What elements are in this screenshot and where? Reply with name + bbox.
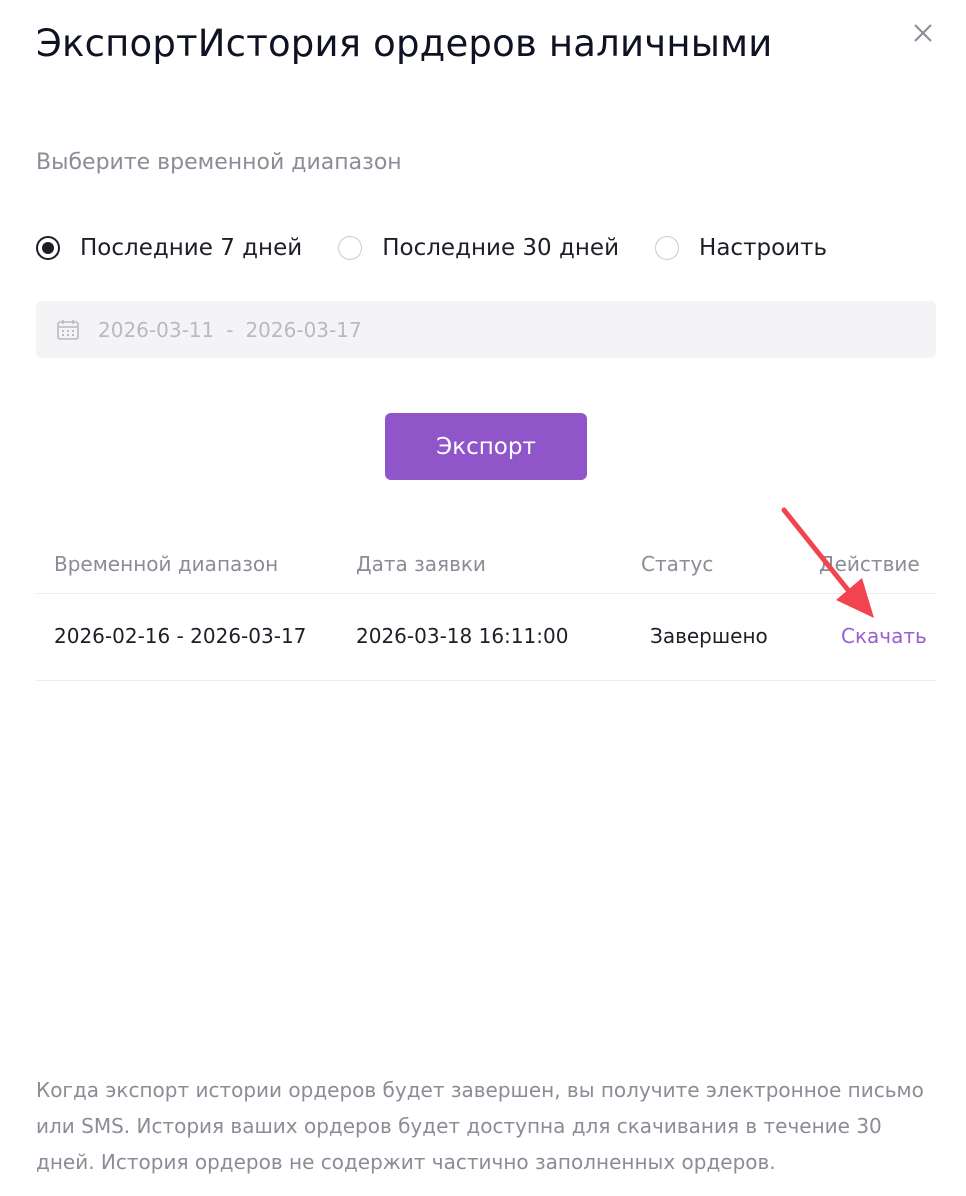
time-range-label: Выберите временной диапазон [36,150,402,175]
date-start: 2026-03-11 [98,317,215,342]
calendar-icon [56,318,80,342]
date-separator: - [226,317,234,342]
radio-label-last-7-days: Последние 7 дней [80,235,303,261]
footnote: Когда экспорт истории ордеров будет заве… [36,1078,924,1174]
date-end: 2026-03-17 [245,317,362,342]
radio-unchecked-icon[interactable] [655,236,680,260]
cell-range: 2026-02-16 - 2026-03-17 [54,624,307,648]
cell-status: Завершено [650,624,768,648]
column-header-request-date: Дата заявки [356,552,486,576]
close-icon[interactable] [908,18,938,48]
column-header-action: Действие [819,552,920,576]
table-row: 2026-02-16 - 2026-03-17 2026-03-18 16:11… [36,594,936,681]
cell-request-date: 2026-03-18 16:11:00 [356,624,569,648]
radio-custom[interactable]: Настроить [655,235,827,261]
radio-checked-icon[interactable] [36,236,60,260]
download-link[interactable]: Скачать [841,624,927,648]
radio-label-last-30-days: Последние 30 дней [382,235,620,261]
date-range-picker[interactable]: 2026-03-11 - 2026-03-17 [36,301,936,358]
radio-last-30-days[interactable]: Последние 30 дней [338,235,619,261]
column-header-range: Временной диапазон [54,552,279,576]
column-header-status: Статус [641,552,714,576]
export-button[interactable]: Экспорт [385,413,587,480]
radio-unchecked-icon[interactable] [338,236,363,260]
radio-last-7-days[interactable]: Последние 7 дней [36,235,302,261]
export-modal: ЭкспортИстория ордеров наличными Выберит… [0,0,966,1196]
export-history-table: Временной диапазон Дата заявки Статус Де… [36,540,936,681]
table-header: Временной диапазон Дата заявки Статус Де… [36,540,936,594]
time-range-radio-group: Последние 7 дней Последние 30 дней Настр… [36,230,827,266]
radio-label-custom: Настроить [699,235,828,261]
modal-title: ЭкспортИстория ордеров наличными [36,22,773,65]
